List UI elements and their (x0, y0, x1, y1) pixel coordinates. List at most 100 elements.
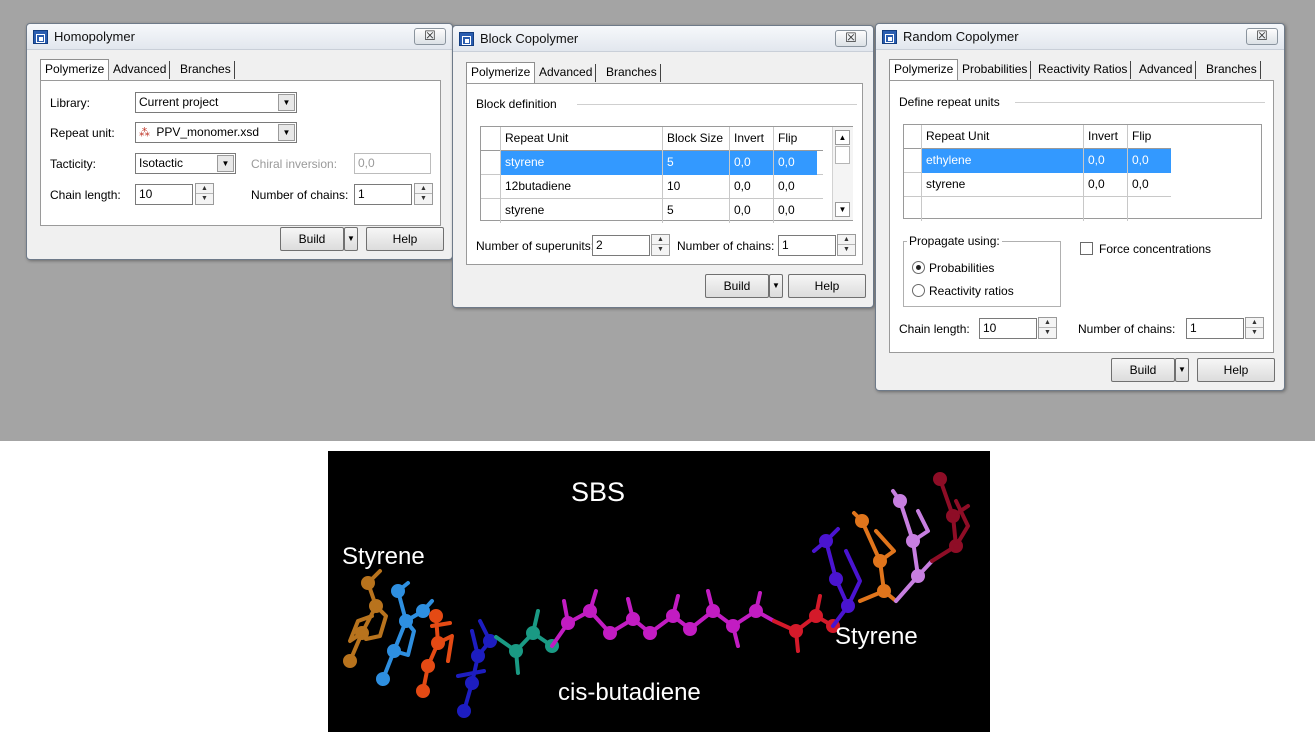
column-header-invert[interactable]: Invert (1083, 125, 1127, 149)
repeat-unit-select[interactable]: ⁂ PPV_monomer.xsd ▼ (135, 122, 297, 143)
column-header-invert[interactable]: Invert (729, 127, 773, 151)
flip-cell[interactable]: 0,0 (1127, 173, 1171, 197)
close-button[interactable]: ☒ (414, 28, 446, 45)
repeat-unit-cell[interactable]: styrene (921, 173, 1083, 197)
flip-cell[interactable]: 0,0 (773, 199, 817, 223)
table-row[interactable]: ethylene 0,0 0,0 (904, 149, 1171, 173)
repeat-unit-cell[interactable]: ethylene (921, 149, 1083, 173)
tab-advanced[interactable]: Advanced (536, 64, 597, 82)
empty-cell[interactable] (1083, 197, 1127, 221)
build-menu-arrow[interactable]: ▼ (769, 274, 783, 298)
number-of-chains-label: Number of chains: (251, 188, 349, 202)
tab-polymerize[interactable]: Polymerize (889, 59, 959, 80)
tab-polymerize[interactable]: Polymerize (466, 62, 536, 83)
empty-cell[interactable] (921, 197, 1083, 221)
build-button[interactable]: Build (705, 274, 769, 298)
tacticity-select[interactable]: Isotactic ▼ (135, 153, 236, 174)
number-of-chains-input[interactable]: 1 (354, 184, 412, 205)
chain-length-stepper[interactable]: ▲ ▼ (1038, 317, 1057, 339)
row-header[interactable] (481, 175, 500, 199)
superunits-stepper[interactable]: ▲ ▼ (651, 234, 670, 256)
row-header[interactable] (904, 149, 921, 173)
tab-branches[interactable]: Branches (603, 64, 661, 82)
random-copolymer-titlebar[interactable]: Random Copolymer ☒ (876, 24, 1284, 50)
tab-reactivity-ratios[interactable]: Reactivity Ratios (1035, 61, 1132, 79)
empty-cell[interactable] (1127, 197, 1171, 221)
repeat-unit-cell[interactable]: 12butadiene (500, 175, 662, 199)
build-menu-arrow[interactable]: ▼ (344, 227, 358, 251)
flip-cell[interactable]: 0,0 (773, 175, 817, 199)
invert-cell[interactable]: 0,0 (729, 175, 773, 199)
table-row-empty[interactable] (904, 197, 1171, 221)
chain-length-input[interactable]: 10 (135, 184, 193, 205)
number-of-chains-input[interactable]: 1 (778, 235, 836, 256)
close-button[interactable]: ☒ (1246, 28, 1278, 45)
column-header-repeat-unit[interactable]: Repeat Unit (921, 125, 1083, 149)
chevron-down-icon[interactable]: ▼ (278, 94, 295, 111)
tab-polymerize[interactable]: Polymerize (40, 59, 110, 80)
force-concentrations-label: Force concentrations (1099, 242, 1212, 256)
invert-cell[interactable]: 0,0 (729, 151, 773, 175)
row-header[interactable] (904, 197, 921, 221)
homopolymer-titlebar[interactable]: Homopolymer ☒ (27, 24, 452, 50)
flip-cell[interactable]: 0,0 (773, 151, 817, 175)
repeat-unit-label: Repeat unit: (50, 126, 115, 140)
invert-cell[interactable]: 0,0 (729, 199, 773, 223)
force-concentrations-checkbox[interactable] (1080, 242, 1093, 255)
column-header-repeat-unit[interactable]: Repeat Unit (500, 127, 662, 151)
tab-advanced[interactable]: Advanced (110, 61, 171, 79)
chain-length-stepper[interactable]: ▲ ▼ (195, 183, 214, 205)
build-menu-arrow[interactable]: ▼ (1175, 358, 1189, 382)
table-row[interactable]: styrene 0,0 0,0 (904, 173, 1171, 197)
tab-probabilities[interactable]: Probabilities (959, 61, 1032, 79)
column-header-block-size[interactable]: Block Size (662, 127, 729, 151)
flip-cell[interactable]: 0,0 (1127, 149, 1171, 173)
library-select[interactable]: Current project ▼ (135, 92, 297, 113)
help-button[interactable]: Help (366, 227, 444, 251)
close-button[interactable]: ☒ (835, 30, 867, 47)
help-button[interactable]: Help (788, 274, 866, 298)
table-scrollbar[interactable]: ▲ ▼ (832, 127, 853, 220)
scroll-thumb[interactable] (835, 146, 850, 164)
block-size-cell[interactable]: 5 (662, 199, 729, 223)
chevron-down-icon[interactable]: ▼ (278, 124, 295, 141)
column-header-flip[interactable]: Flip (1127, 125, 1171, 149)
number-of-superunits-input[interactable]: 2 (592, 235, 650, 256)
number-of-chains-label: Number of chains: (1078, 322, 1176, 336)
probabilities-radio[interactable] (912, 261, 925, 274)
app-icon (882, 30, 897, 44)
build-button[interactable]: Build (280, 227, 344, 251)
chevron-down-icon[interactable]: ▼ (217, 155, 234, 172)
scroll-down-icon[interactable]: ▼ (835, 202, 850, 217)
row-header[interactable] (481, 199, 500, 223)
number-of-chains-stepper[interactable]: ▲ ▼ (837, 234, 856, 256)
table-row[interactable]: styrene 5 0,0 0,0 (481, 199, 823, 223)
repeat-unit-cell[interactable]: styrene (500, 199, 662, 223)
block-copolymer-titlebar[interactable]: Block Copolymer ☒ (453, 26, 873, 52)
chain-length-input[interactable]: 10 (979, 318, 1037, 339)
reactivity-ratios-radio[interactable] (912, 284, 925, 297)
column-header-flip[interactable]: Flip (773, 127, 817, 151)
number-of-chains-stepper[interactable]: ▲ ▼ (414, 183, 433, 205)
block-size-cell[interactable]: 5 (662, 151, 729, 175)
help-button[interactable]: Help (1197, 358, 1275, 382)
table-row[interactable]: 12butadiene 10 0,0 0,0 (481, 175, 823, 199)
block-size-cell[interactable]: 10 (662, 175, 729, 199)
define-repeat-units-label: Define repeat units (899, 95, 1000, 109)
probabilities-label: Probabilities (929, 261, 995, 275)
polymerize-panel: Library: Current project ▼ Repeat unit: … (40, 80, 441, 226)
row-header[interactable] (904, 173, 921, 197)
scroll-up-icon[interactable]: ▲ (835, 130, 850, 145)
number-of-chains-input[interactable]: 1 (1186, 318, 1244, 339)
invert-cell[interactable]: 0,0 (1083, 173, 1127, 197)
build-button[interactable]: Build (1111, 358, 1175, 382)
table-row[interactable]: styrene 5 0,0 0,0 (481, 151, 823, 175)
number-of-chains-stepper[interactable]: ▲ ▼ (1245, 317, 1264, 339)
repeat-unit-cell[interactable]: styrene (500, 151, 662, 175)
block-copolymer-dialog: Block Copolymer ☒ Polymerize Advanced Br… (452, 25, 874, 308)
row-header[interactable] (481, 151, 500, 175)
tab-branches[interactable]: Branches (1203, 61, 1261, 79)
tab-branches[interactable]: Branches (177, 61, 235, 79)
invert-cell[interactable]: 0,0 (1083, 149, 1127, 173)
tab-advanced[interactable]: Advanced (1136, 61, 1197, 79)
